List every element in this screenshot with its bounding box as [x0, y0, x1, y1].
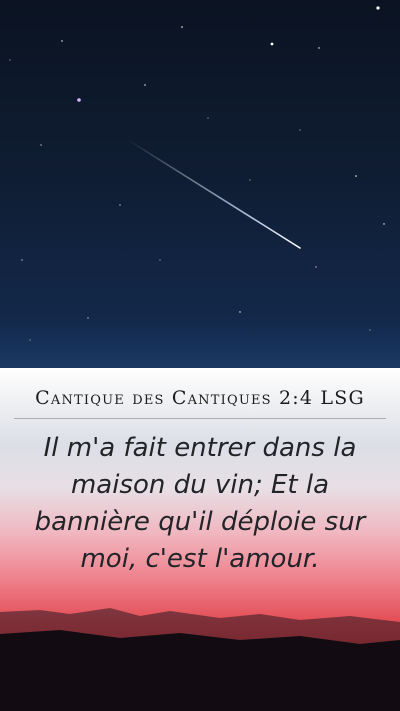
star: [315, 266, 317, 268]
verse-reference: Cantique des Cantiques 2:4 LSG: [35, 387, 365, 409]
star: [270, 42, 274, 46]
star: [181, 26, 183, 28]
shooting-star: [127, 139, 301, 249]
star: [87, 317, 89, 319]
star: [29, 339, 31, 341]
star: [40, 144, 42, 146]
star: [299, 129, 301, 131]
horizon-silhouette: [0, 608, 400, 711]
star: [21, 259, 23, 261]
star: [249, 179, 251, 181]
star: [383, 223, 385, 225]
star: [318, 47, 320, 49]
star: [61, 40, 63, 42]
star: [207, 117, 209, 119]
divider: [14, 418, 386, 419]
bible-verse-wallpaper: Cantique des Cantiques 2:4 LSG Il m'a fa…: [0, 0, 400, 711]
verse-text: Il m'a fait entrer dans la maison du vin…: [34, 433, 366, 574]
star: [9, 59, 11, 61]
star: [159, 259, 161, 261]
star: [239, 311, 241, 313]
star: [376, 6, 380, 10]
starfield: [9, 6, 385, 341]
star: [369, 329, 371, 331]
star: [355, 175, 357, 177]
star: [77, 98, 81, 102]
star: [144, 84, 146, 86]
star: [119, 204, 121, 206]
